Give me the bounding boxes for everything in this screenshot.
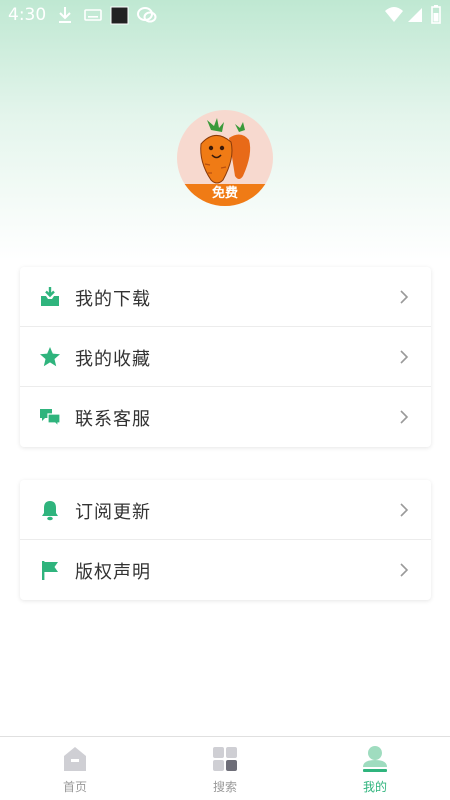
free-badge: 免费: [177, 184, 273, 206]
nav-tab-mine[interactable]: 我的: [300, 737, 450, 800]
menu-item-label: 联系客服: [75, 409, 151, 430]
download-icon: [59, 7, 71, 23]
nav-tab-label: 我的: [362, 780, 387, 794]
chat-app-icon: [137, 7, 157, 23]
wifi-icon: [385, 7, 403, 22]
nav-tab-label: 首页: [62, 780, 87, 794]
menu-item-copyright[interactable]: 版权声明: [20, 540, 431, 600]
menu-item-downloads[interactable]: 我的下载: [20, 267, 431, 327]
menu-item-subscribe-updates[interactable]: 订阅更新: [20, 480, 431, 540]
avatar[interactable]: 免费: [177, 110, 273, 206]
status-time: 4:30: [8, 5, 47, 25]
chevron-right-icon: [400, 350, 409, 364]
signal-icon: [408, 8, 422, 22]
menu-item-favorites[interactable]: 我的收藏: [20, 327, 431, 387]
chevron-right-icon: [400, 503, 409, 517]
chevron-right-icon: [400, 290, 409, 304]
chevron-right-icon: [400, 410, 409, 424]
keyboard-icon: [84, 9, 102, 21]
menu-card-secondary: 订阅更新 版权声明: [20, 480, 431, 600]
nav-tab-label: 搜索: [212, 780, 237, 794]
bottom-nav: 首页 搜索 我的: [0, 736, 450, 800]
menu-item-customer-service[interactable]: 联系客服: [20, 387, 431, 447]
battery-icon: [431, 5, 441, 24]
menu-item-label: 版权声明: [75, 562, 151, 583]
menu-item-label: 我的下载: [75, 289, 151, 310]
menu-card-main: 我的下载 我的收藏 联系客服: [20, 267, 431, 447]
chat-bubbles-icon: [40, 409, 61, 428]
status-bar: 4:30: [0, 0, 450, 30]
chevron-right-icon: [400, 563, 409, 577]
menu-item-label: 订阅更新: [75, 502, 151, 523]
nav-tab-home[interactable]: 首页: [0, 737, 150, 800]
person-icon: [363, 746, 387, 772]
flag-icon: [42, 561, 58, 580]
download-tray-icon: [41, 287, 59, 306]
nav-tab-search[interactable]: 搜索: [150, 737, 300, 800]
menu-item-label: 我的收藏: [75, 349, 151, 370]
home-icon: [64, 747, 86, 771]
grid-icon: [213, 747, 237, 771]
square-app-icon: [110, 6, 129, 25]
star-icon: [40, 347, 60, 367]
bell-icon: [42, 501, 58, 521]
